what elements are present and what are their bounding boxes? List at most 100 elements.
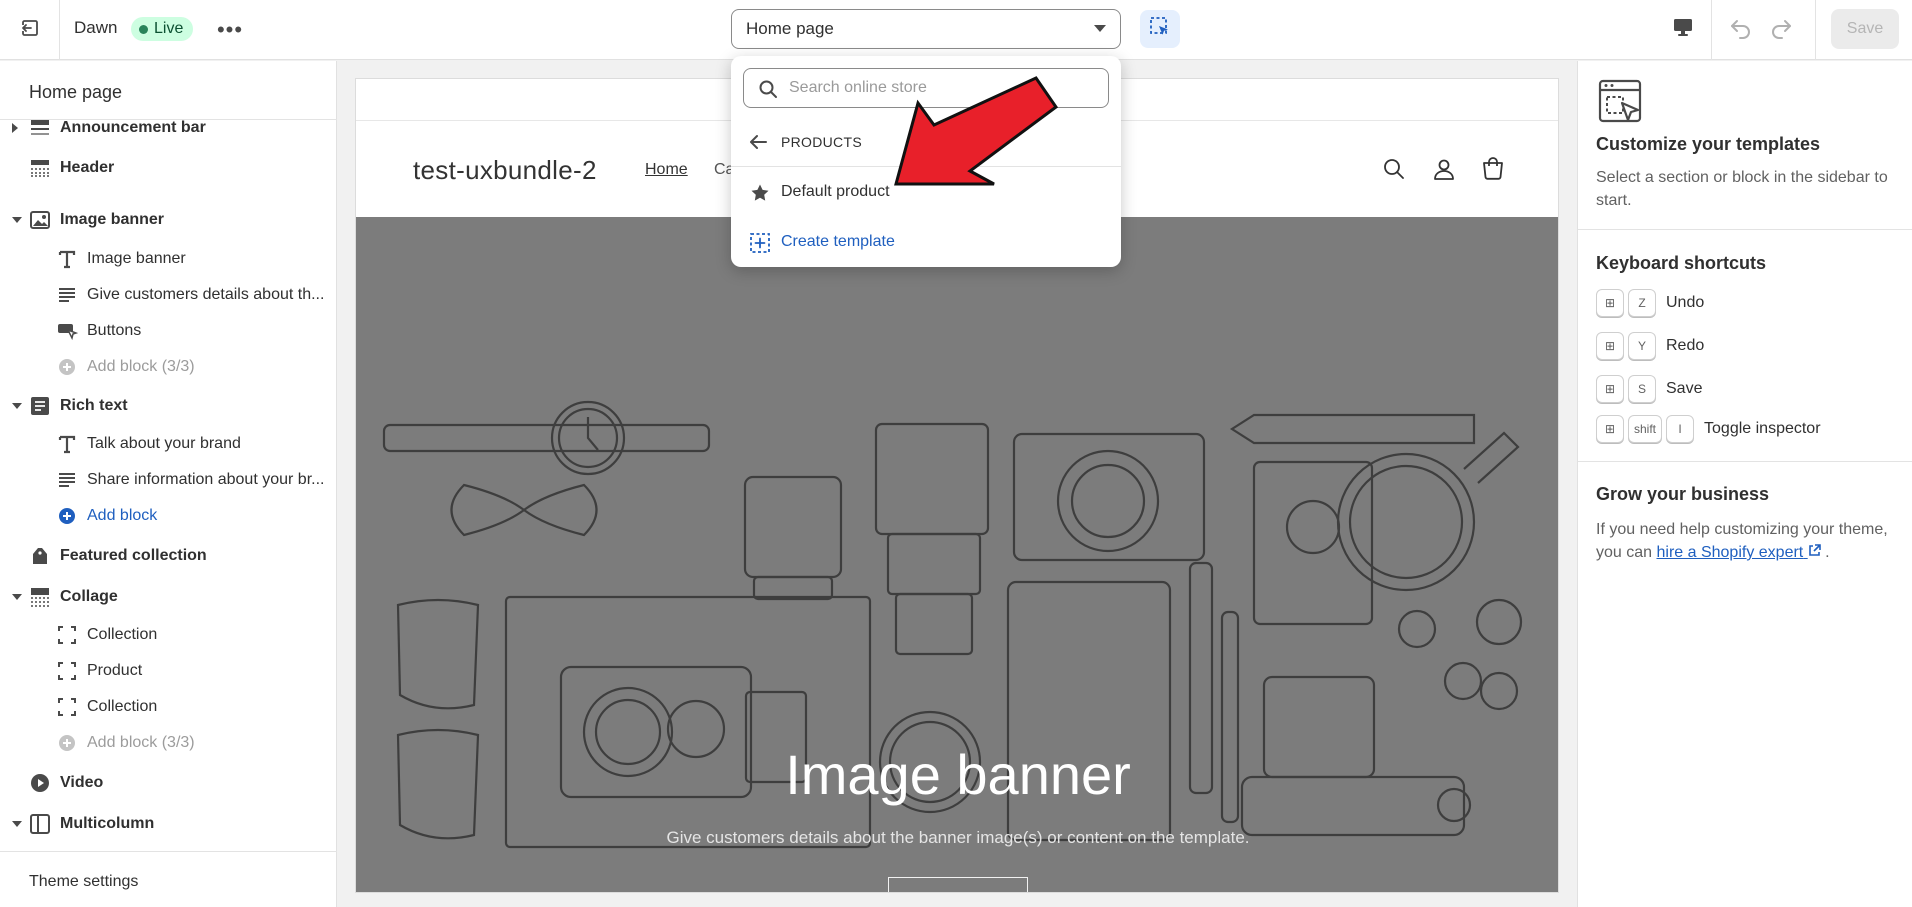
banner-heading[interactable]: Image banner	[356, 742, 1558, 807]
undo-button[interactable]	[1723, 12, 1759, 48]
key-cap: shift	[1628, 415, 1663, 443]
tree-row-label: Add block (3/3)	[87, 358, 195, 375]
sidebar-title: Home page	[29, 82, 123, 102]
block-buttons[interactable]: Buttons	[0, 314, 337, 348]
desktop-preview-button[interactable]	[1663, 10, 1703, 48]
section-announcement-bar[interactable]: Announcement bar	[0, 111, 337, 145]
buttons-icon	[56, 320, 78, 342]
create-template-button[interactable]: Create template	[731, 224, 1121, 260]
exit-button[interactable]	[0, 0, 60, 60]
section-featured-collection[interactable]: Featured collection	[0, 539, 337, 573]
frame-icon	[56, 624, 78, 646]
tree-row-label: Header	[60, 159, 115, 176]
chevron-down-icon[interactable]	[12, 403, 22, 409]
shortcut-redo: ⊞ Y Redo	[1596, 331, 1704, 361]
shortcut-save: ⊞ S Save	[1596, 374, 1702, 404]
tree-row-label: Collage	[60, 588, 118, 605]
redo-icon	[1769, 16, 1793, 45]
page-select-value: Home page	[746, 19, 834, 38]
tree-row-label: Collection	[87, 626, 158, 643]
block-collection[interactable]: Collection	[0, 690, 337, 724]
shortcut-action: Save	[1666, 380, 1703, 397]
section-image-banner[interactable]: Image banner	[0, 203, 337, 237]
add-block-add-block-3-3[interactable]: Add block (3/3)	[0, 726, 337, 760]
grow-heading: Grow your business	[1596, 484, 1770, 504]
key-cap: I	[1666, 415, 1695, 443]
block-collection[interactable]: Collection	[0, 618, 337, 652]
frame-icon	[56, 696, 78, 718]
add-block-add-block-3-3[interactable]: Add block (3/3)	[0, 350, 337, 384]
customize-template-icon	[1598, 79, 1644, 132]
inspector-toggle-button[interactable]	[1140, 10, 1180, 48]
account-icon[interactable]	[1430, 155, 1458, 183]
section-collage[interactable]: Collage	[0, 580, 337, 614]
chevron-right-icon[interactable]	[12, 123, 18, 133]
block-share-information-about-your-br[interactable]: Share information about your br...	[0, 463, 337, 497]
tree-row-label: Image banner	[87, 250, 186, 267]
shortcut-action: Redo	[1666, 337, 1705, 354]
add-circle-icon	[56, 505, 78, 527]
theme-settings-link[interactable]: Theme settings	[29, 873, 138, 891]
redo-button[interactable]	[1763, 12, 1799, 48]
divider	[1815, 0, 1816, 60]
chevron-down-icon[interactable]	[12, 217, 22, 223]
add-block-add-block[interactable]: Add block	[0, 499, 337, 533]
page-select[interactable]: Home page	[731, 9, 1121, 49]
block-product[interactable]: Product	[0, 654, 337, 688]
tree-row-label: Add block	[87, 507, 158, 524]
video-icon	[29, 772, 51, 794]
tree-row-label: Add block (3/3)	[87, 734, 195, 751]
block-give-customers-details-about-th[interactable]: Give customers details about th...	[0, 278, 337, 312]
announcement-icon	[29, 117, 51, 139]
section-rich-text[interactable]: Rich text	[0, 389, 337, 423]
hire-expert-link-label: hire a Shopify expert	[1656, 544, 1804, 561]
text-icon	[56, 248, 78, 270]
hire-expert-link[interactable]: hire a Shopify expert	[1656, 544, 1821, 561]
section-multicolumn[interactable]: Multicolumn	[0, 807, 337, 841]
banner-subtext[interactable]: Give customers details about the banner …	[356, 828, 1558, 848]
block-image-banner[interactable]: Image banner	[0, 242, 337, 276]
add-circle-icon	[56, 732, 78, 754]
tree-row-label: Multicolumn	[60, 815, 155, 832]
tree-row-label: Video	[60, 774, 104, 791]
key-cap: ⊞	[1596, 415, 1624, 443]
search-icon[interactable]	[1380, 155, 1408, 183]
theme-name: Dawn	[74, 18, 118, 37]
status-badge-label: Live	[154, 20, 184, 37]
save-button[interactable]: Save	[1831, 9, 1899, 49]
exit-icon	[20, 18, 40, 43]
banner-button[interactable]	[888, 877, 1028, 892]
tree-row-label: Announcement bar	[60, 119, 206, 136]
tree-row-label: Product	[87, 662, 143, 679]
section-header[interactable]: Header	[0, 151, 337, 185]
cart-icon[interactable]	[1479, 155, 1507, 183]
shortcut-toggle-inspector: ⊞ shift I Toggle inspector	[1596, 414, 1821, 444]
shortcut-undo: ⊞ Z Undo	[1596, 288, 1704, 318]
star-icon	[749, 182, 771, 204]
more-actions-button[interactable]: •••	[215, 15, 245, 45]
chevron-down-icon[interactable]	[12, 821, 22, 827]
store-name[interactable]: test-uxbundle-2	[413, 155, 597, 186]
undo-icon	[1729, 16, 1753, 45]
back-label: PRODUCTS	[781, 134, 862, 150]
chevron-down-icon[interactable]	[12, 594, 22, 600]
top-bar: Dawn Live ••• Home page Save	[0, 0, 1912, 60]
grow-text-end: .	[1820, 544, 1830, 561]
shortcuts-heading: Keyboard shortcuts	[1596, 253, 1767, 273]
text-icon	[56, 433, 78, 455]
rich-text-icon	[29, 395, 51, 417]
red-arrow-annotation	[894, 76, 1059, 186]
image-banner[interactable]: Image banner Give customers details abou…	[356, 217, 1558, 892]
section-video[interactable]: Video	[0, 766, 337, 800]
tree-row-label: Image banner	[60, 211, 165, 228]
divider	[0, 851, 337, 852]
status-badge: Live	[131, 17, 194, 41]
block-talk-about-your-brand[interactable]: Talk about your brand	[0, 427, 337, 461]
key-cap: ⊞	[1596, 289, 1624, 317]
columns-icon	[29, 813, 51, 835]
nav-link-home[interactable]: Home	[645, 161, 688, 179]
key-cap: ⊞	[1596, 375, 1624, 403]
caret-down-icon	[1094, 25, 1106, 32]
add-template-icon	[749, 232, 771, 254]
paragraph-icon	[56, 469, 78, 491]
